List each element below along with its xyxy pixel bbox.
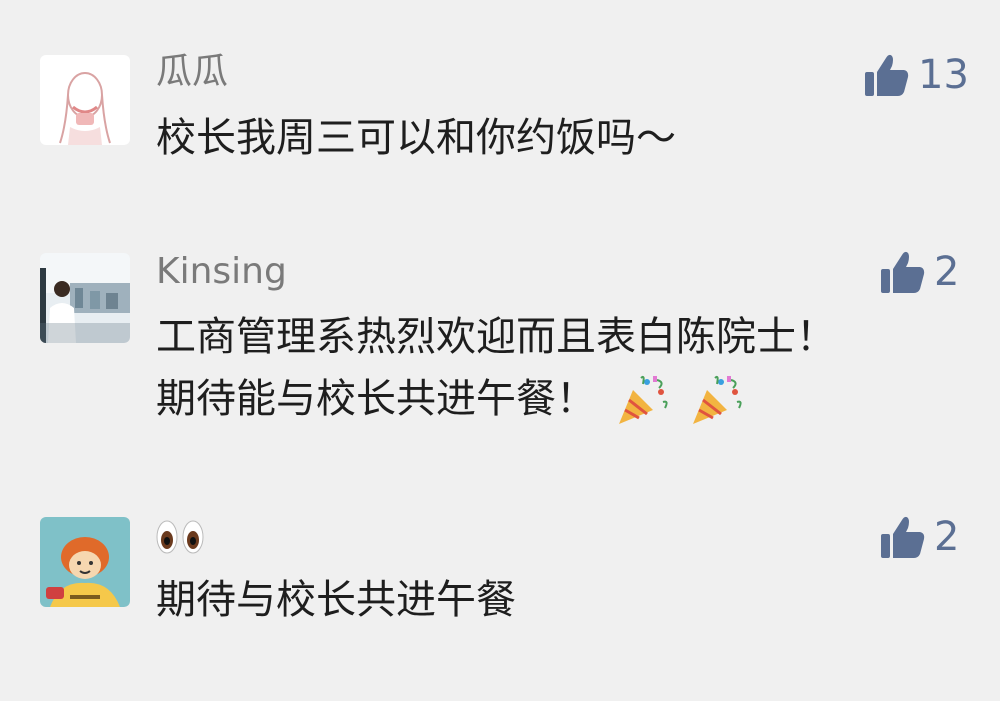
- avatar[interactable]: [40, 517, 130, 607]
- like-count: 2: [934, 514, 960, 560]
- eyes-emoji-icon: [156, 520, 204, 554]
- thumbs-up-icon: [881, 516, 925, 558]
- comment-item: 👀 期待与校长共进午餐 2: [0, 0, 1000, 701]
- like-button[interactable]: 2: [880, 512, 959, 562]
- comment-text: 期待与校长共进午餐: [156, 577, 516, 623]
- author-name[interactable]: 👀: [156, 514, 204, 558]
- cartoon-character-avatar-icon: [40, 517, 130, 607]
